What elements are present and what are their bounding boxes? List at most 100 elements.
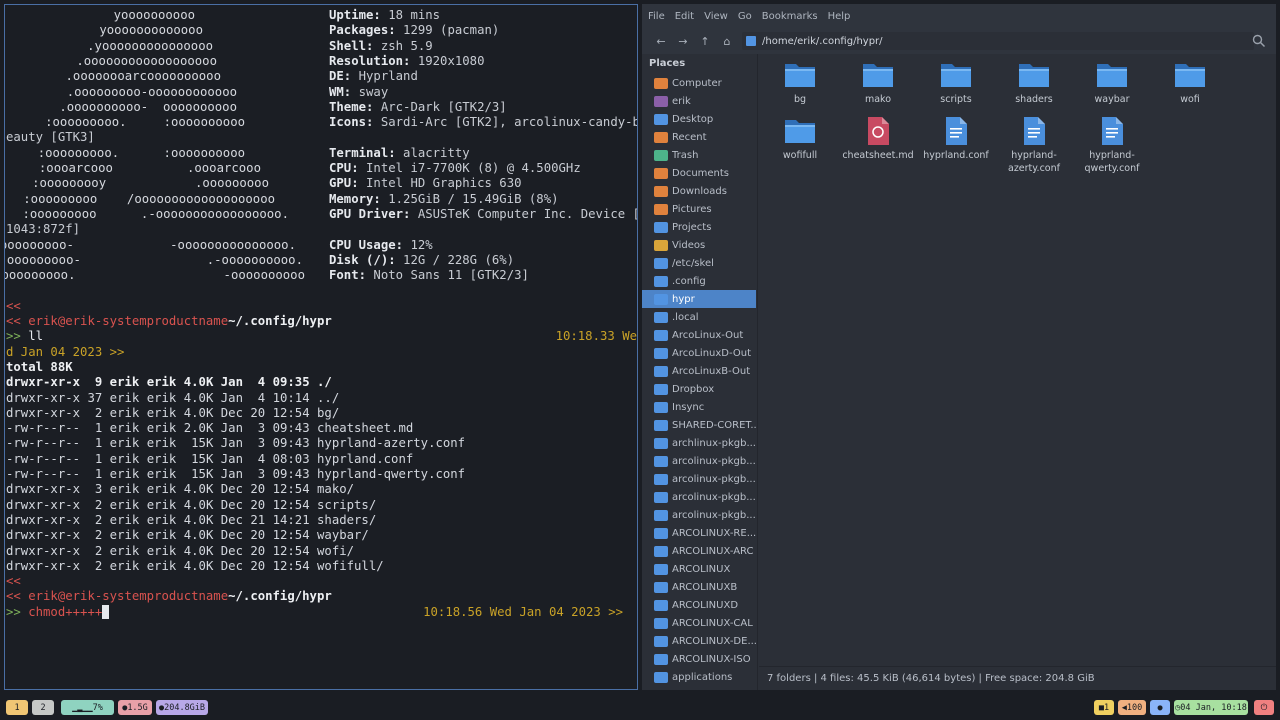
menu-help[interactable]: Help — [828, 11, 851, 22]
sidebar-item[interactable]: ARCOLINUX-ARC — [642, 542, 756, 560]
sidebar-item[interactable]: arcolinux-pkgb... — [642, 452, 756, 470]
file-name: hyprland.conf — [923, 150, 989, 161]
sidebar-item[interactable]: Computer — [642, 74, 756, 92]
folder-item[interactable]: scripts — [919, 60, 993, 106]
sidebar-item[interactable]: ARCOLINUX-DE... — [642, 632, 756, 650]
sysinfo-label: Font: — [329, 268, 367, 283]
sidebar-item[interactable]: ARCOLINUXD — [642, 596, 756, 614]
sidebar-item[interactable]: SHARED-CORET... — [642, 416, 756, 434]
sidebar-item[interactable]: .config — [642, 272, 756, 290]
folder-item[interactable]: bg — [763, 60, 837, 106]
up-icon[interactable]: ↑ — [694, 35, 716, 48]
sidebar-item[interactable]: ARCOLINUX-CAL — [642, 614, 756, 632]
menu-go[interactable]: Go — [738, 11, 752, 22]
folder-item[interactable]: shaders — [997, 60, 1071, 106]
folder-icon — [746, 36, 756, 46]
sidebar-item[interactable]: Projects — [642, 218, 756, 236]
sidebar-item[interactable]: ArcoLinuxD-Out — [642, 344, 756, 362]
sidebar-item[interactable]: Trash — [642, 146, 756, 164]
folder-item[interactable]: mako — [841, 60, 915, 106]
folder-item[interactable]: wofi — [1153, 60, 1227, 106]
sidebar-item[interactable]: hypr — [642, 290, 756, 308]
clock-module[interactable]: ◷ 04 Jan, 10:18 — [1174, 700, 1248, 715]
sidebar-item[interactable]: Pictures — [642, 200, 756, 218]
file-item[interactable]: hyprland-qwerty.conf — [1075, 116, 1149, 175]
neofetch-art-line: :ooooooooo /ooooooooooooooooooo — [23, 191, 275, 206]
sidebar-item[interactable]: Downloads — [642, 182, 756, 200]
folder-item[interactable]: wofifull — [763, 116, 837, 162]
ls-group: erik — [146, 467, 177, 481]
file-item[interactable]: cheatsheet.md — [841, 116, 915, 162]
ls-total: total 88K — [6, 359, 73, 374]
updates-module[interactable]: ■ 1 — [1094, 700, 1114, 715]
ls-size: 15K — [183, 436, 214, 451]
sidebar-item[interactable]: ARCOLINUX — [642, 560, 756, 578]
folder-icon — [654, 455, 668, 467]
sidebar-item[interactable]: applications — [642, 668, 756, 686]
file-item[interactable]: hyprland.conf — [919, 116, 993, 162]
menu-bookmarks[interactable]: Bookmarks — [762, 11, 818, 22]
sidebar-item[interactable]: ArcoLinux-Out — [642, 326, 756, 344]
prompt-user-line: << erik@erik-systemproductname~/.config/… — [6, 589, 332, 604]
terminal-window[interactable]: yoooooooooo yooooooooooooo .yooooooooooooo… — [4, 4, 638, 690]
menu-edit[interactable]: Edit — [675, 11, 694, 22]
sidebar-item[interactable]: arcolinux-pkgb... — [642, 506, 756, 524]
sysinfo-label: Icons: — [329, 115, 374, 130]
file-item[interactable]: hyprland-azerty.conf — [997, 116, 1071, 175]
ls-name: hyprland-azerty.conf — [317, 436, 466, 451]
sidebar-item[interactable]: Recent — [642, 128, 756, 146]
sidebar-item[interactable]: arcolinux-pkgb... — [642, 470, 756, 488]
sysinfo-line: Disk (/): 12G / 228G (6%) — [329, 253, 514, 268]
ls-row: drwxr-xr-x 2 erik erik 4.0K Dec 21 14:21… — [6, 513, 376, 528]
sidebar-item-label: erik — [672, 95, 691, 107]
workspace-2-button[interactable]: 2 — [32, 700, 54, 715]
sidebar-item[interactable]: Insync — [642, 398, 756, 416]
tray-module[interactable]: ● — [1150, 700, 1170, 715]
volume-module[interactable]: ◀ 100 — [1118, 700, 1146, 715]
sidebar-item[interactable]: erik — [642, 92, 756, 110]
sysinfo-line: CPU: Intel i7-7700K (8) @ 4.500GHz — [329, 161, 581, 176]
sidebar-item[interactable]: arcolinux-pkgb... — [642, 488, 756, 506]
file-name-line: qwerty.conf — [1084, 163, 1140, 174]
sidebar-item[interactable]: .local — [642, 308, 756, 326]
ls-perm: drwxr-xr-x — [6, 482, 81, 497]
sidebar-item[interactable]: /etc/skel — [642, 254, 756, 272]
ls-user: erik — [109, 528, 140, 543]
sysinfo-line: GPU: Intel HD Graphics 630 — [329, 176, 522, 191]
sidebar-item[interactable]: Desktop — [642, 110, 756, 128]
folder-icon — [654, 365, 668, 377]
sidebar-item[interactable]: ArcoLinuxB-Out — [642, 362, 756, 380]
folder-icon — [654, 581, 668, 593]
sysinfo-label: CPU: — [329, 161, 359, 175]
menu-file[interactable]: File — [648, 11, 665, 22]
sidebar-item[interactable]: ARCOLINUX-ISO — [642, 650, 756, 668]
search-icon[interactable] — [1252, 34, 1266, 48]
back-icon[interactable]: ← — [650, 35, 672, 48]
sidebar-item-label: Projects — [672, 221, 712, 233]
prompt-command: ll — [28, 329, 44, 344]
neofetch-art-line: .oooooooarcoooooooooo — [65, 69, 221, 84]
sysinfo-line: Resolution: 1920x1080 — [329, 54, 484, 69]
sysinfo-line: eauty [GTK3] — [6, 130, 95, 145]
sidebar-item[interactable]: ARCOLINUXB — [642, 578, 756, 596]
sidebar-item[interactable]: Documents — [642, 164, 756, 182]
sidebar-item[interactable]: ARCOLINUX-RE... — [642, 524, 756, 542]
sidebar-item[interactable]: Dropbox — [642, 380, 756, 398]
sysinfo-value: 1920x1080 — [410, 53, 485, 68]
ls-name: bg/ — [317, 405, 340, 420]
sidebar-item[interactable]: Videos — [642, 236, 756, 254]
workspace-1-button[interactable]: 1 — [6, 700, 28, 715]
home-icon[interactable]: ⌂ — [716, 35, 738, 48]
folder-item[interactable]: waybar — [1075, 60, 1149, 106]
sysinfo-value: Arc-Dark [GTK2/3] — [373, 99, 507, 114]
folder-icon — [654, 563, 668, 575]
location-bar[interactable]: /home/erik/.config/hypr/ — [742, 32, 1254, 50]
forward-icon[interactable]: → — [672, 35, 694, 48]
ls-group: erik — [146, 405, 177, 420]
sidebar-item[interactable]: archlinux-pkgb... — [642, 434, 756, 452]
power-icon: ⏻ — [1260, 702, 1268, 713]
power-button[interactable]: ⏻ — [1254, 700, 1274, 715]
ls-links: 2 — [87, 528, 103, 543]
menu-view[interactable]: View — [704, 11, 728, 22]
ls-group: erik — [146, 390, 177, 405]
